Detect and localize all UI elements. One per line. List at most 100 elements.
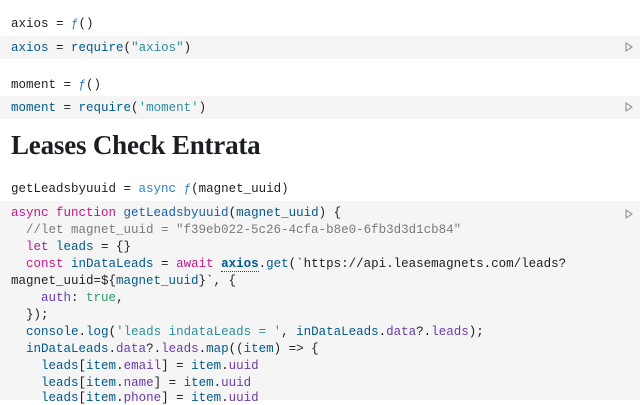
comma: ,	[281, 325, 297, 339]
prop: phone	[123, 391, 162, 405]
object: console	[26, 325, 79, 339]
code-cell-getleads[interactable]: async function getLeadsbyuuid(magnet_uui…	[0, 201, 640, 405]
var: leads	[41, 359, 79, 373]
method: get	[266, 257, 289, 271]
comma: ,	[116, 291, 124, 305]
var: item	[86, 376, 117, 390]
colon: :	[71, 291, 87, 305]
run-cell-icon[interactable]	[625, 102, 633, 112]
prop: name	[123, 376, 154, 390]
dot: .	[116, 376, 124, 390]
code-line-12: leads[item.phone] = item.uuid	[11, 391, 259, 405]
var: inDataLeads	[71, 257, 154, 271]
code-line-10: leads[item.email] = item.uuid	[11, 359, 259, 373]
assignment: ] =	[161, 391, 192, 405]
var: item	[86, 359, 117, 373]
param: magnet_uuid	[236, 206, 319, 220]
prop: email	[123, 359, 162, 373]
optional-chain: ?.	[416, 325, 432, 339]
assignment: ] =	[153, 376, 184, 390]
function-glyph[interactable]: ƒ	[184, 182, 192, 196]
cell-output-moment: moment = ƒ()	[11, 78, 101, 92]
arrow: ) => {	[273, 342, 319, 356]
kw-let: let	[26, 240, 57, 254]
code-cell-axios[interactable]: axios = require("axios")	[0, 36, 640, 59]
code-line-4: const inDataLeads = await axios.get(`htt…	[11, 257, 567, 272]
var: inDataLeads	[296, 325, 379, 339]
prop: auth	[41, 291, 72, 305]
output-var-name: getLeadsbyuuid	[11, 182, 117, 196]
paren: (	[131, 101, 139, 115]
method: map	[206, 342, 229, 356]
function-glyph[interactable]: ƒ	[71, 17, 79, 31]
require-call: require	[78, 101, 132, 115]
equals: =	[153, 257, 177, 271]
dot: .	[221, 359, 229, 373]
var: item	[191, 391, 222, 405]
code-var: moment	[11, 101, 57, 115]
code-cell-moment[interactable]: moment = require('moment')	[0, 96, 640, 119]
code-line-7: });	[11, 308, 49, 322]
equals: =	[56, 101, 79, 115]
method: log	[86, 325, 109, 339]
code-var: axios	[11, 41, 49, 55]
paren: (	[108, 325, 117, 339]
equals: =	[116, 182, 139, 196]
code-line-2: //let magnet_uuid = "f39eb022-5c26-4cfa-…	[11, 223, 461, 237]
equals: =	[48, 41, 72, 55]
run-cell-icon[interactable]	[625, 42, 633, 52]
code-line-6: auth: true,	[11, 291, 124, 305]
bool: true	[86, 291, 117, 305]
code-line-3: let leads = {}	[11, 240, 131, 254]
prop: leads	[431, 325, 469, 339]
kw-async: async	[11, 206, 57, 220]
paren: (	[228, 206, 237, 220]
paren: );	[468, 325, 484, 339]
kw-await: await	[176, 257, 222, 271]
parens: ()	[86, 78, 102, 92]
bracket: [	[78, 376, 87, 390]
kw-function: function	[56, 206, 124, 220]
code-line-1: async function getLeadsbyuuid(magnet_uui…	[11, 206, 341, 220]
prop: leads	[161, 342, 199, 356]
var: magnet_uuid	[116, 274, 199, 288]
equals: =	[56, 78, 79, 92]
run-cell-icon[interactable]	[625, 209, 633, 219]
var: inDataLeads	[26, 342, 109, 356]
dot: .	[213, 376, 222, 390]
prop: uuid	[228, 359, 259, 373]
dot: .	[116, 359, 124, 373]
optional-chain: ?.	[146, 342, 162, 356]
dot: .	[221, 391, 229, 405]
function-glyph[interactable]: ƒ	[79, 78, 87, 92]
assignment: = {}	[93, 240, 132, 254]
section-heading: Leases Check Entrata	[11, 130, 261, 160]
var: leads	[41, 376, 79, 390]
bracket: [	[78, 391, 87, 405]
var: item	[191, 359, 222, 373]
dot: .	[198, 342, 207, 356]
dot: .	[258, 257, 267, 271]
paren: )	[198, 101, 207, 115]
equals: =	[48, 17, 72, 31]
code-line-8: console.log('leads indataLeads = ', inDa…	[11, 325, 484, 339]
bracket: [	[78, 359, 87, 373]
string: magnet_uuid=${	[11, 274, 117, 288]
paren: )	[183, 41, 192, 55]
string-arg: 'moment'	[138, 101, 199, 115]
string-arg: "axios"	[131, 41, 184, 55]
kw-const: const	[26, 257, 72, 271]
prop: data	[116, 342, 147, 356]
prop: uuid	[228, 391, 259, 405]
async-label: async	[138, 182, 184, 196]
param: item	[243, 342, 274, 356]
dot: .	[78, 325, 87, 339]
prop: uuid	[221, 376, 252, 390]
paren: ) {	[318, 206, 342, 220]
string: (`https://api.leasemagnets.com/leads?	[288, 257, 567, 271]
code-line: axios = require("axios")	[11, 41, 191, 55]
axios-reference-link[interactable]: axios	[221, 257, 259, 272]
var: leads	[56, 240, 94, 254]
code-line-5: magnet_uuid=${magnet_uuid}`, {	[11, 274, 236, 288]
params: (magnet_uuid)	[191, 182, 289, 196]
